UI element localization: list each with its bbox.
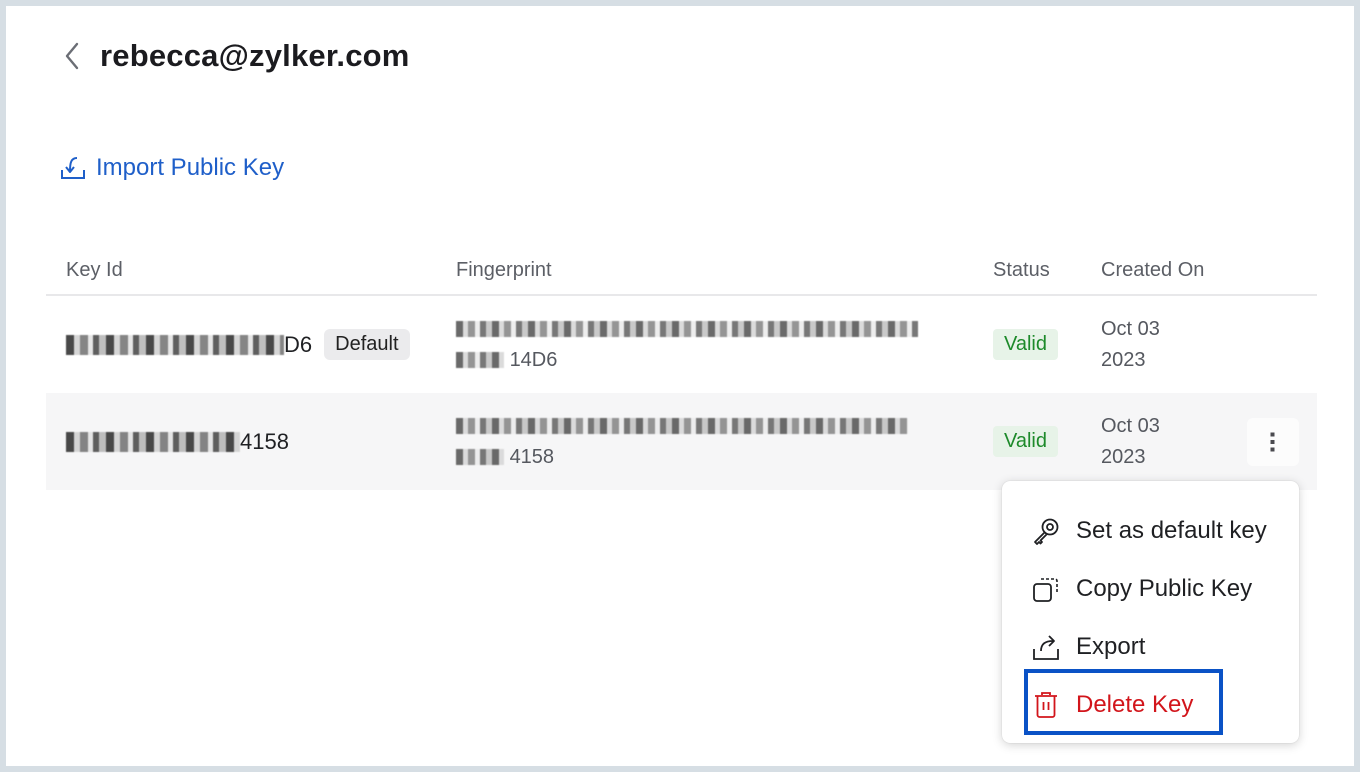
column-header-status: Status [993,258,1050,281]
column-header-key-id: Key Id [66,258,123,281]
chevron-left-icon [65,42,79,70]
menu-item-label: Set as default key [1076,517,1267,544]
trash-icon [1030,689,1062,721]
menu-item-delete-key[interactable]: Delete Key [1002,676,1299,734]
column-header-fingerprint: Fingerprint [456,258,552,281]
redacted-fingerprint [456,321,918,338]
fingerprint-suffix: 4158 [509,445,555,468]
keys-table: Key Id Fingerprint Status Created On D6 … [46,246,1317,490]
status-badge: Valid [993,329,1058,360]
table-row[interactable]: 4158 4158 Valid Oct 03 2023 [46,393,1317,490]
import-public-key-label: Import Public Key [96,154,285,181]
created-date: Oct 03 [1101,414,1160,437]
key-actions-menu: Set as default key Copy Public Key Expor… [1002,481,1299,743]
import-icon [60,155,86,181]
copy-icon [1030,573,1062,605]
menu-item-label: Export [1076,633,1146,660]
redacted-fingerprint [456,418,908,435]
menu-item-set-default-key[interactable]: Set as default key [1002,502,1299,560]
created-date: Oct 03 [1101,317,1160,340]
menu-item-export[interactable]: Export [1002,618,1299,676]
column-header-created-on: Created On [1101,258,1205,281]
page-header: rebecca@zylker.com [60,34,410,78]
status-cell: Valid [973,329,1077,360]
key-icon [1030,515,1062,547]
table-header: Key Id Fingerprint Status Created On [46,246,1317,296]
key-details-panel: rebecca@zylker.com Import Public Key Key… [6,6,1354,766]
status-cell: Valid [973,426,1077,457]
page-title: rebecca@zylker.com [100,38,410,73]
export-icon [1030,631,1062,663]
status-badge: Valid [993,426,1058,457]
redacted-fingerprint [456,449,504,466]
fingerprint-cell: 14D6 [436,314,973,376]
fingerprint-suffix: 14D6 [509,348,558,371]
menu-item-copy-public-key[interactable]: Copy Public Key [1002,560,1299,618]
more-actions-button[interactable] [1247,417,1299,466]
more-vertical-icon [1270,432,1275,451]
created-on-cell: Oct 03 2023 [1077,411,1227,473]
key-id-cell: D6 Default [46,329,436,360]
created-year: 2023 [1101,445,1146,468]
key-id-cell: 4158 [46,429,436,455]
table-row[interactable]: D6 Default 14D6 Valid Oct 03 2023 [46,296,1317,393]
created-on-cell: Oct 03 2023 [1077,314,1227,376]
created-year: 2023 [1101,348,1146,371]
menu-item-label: Copy Public Key [1076,575,1253,602]
key-id-suffix: 4158 [240,428,289,454]
redacted-fingerprint [456,352,504,369]
menu-item-label: Delete Key [1076,691,1194,718]
fingerprint-cell: 4158 [436,411,973,473]
import-public-key-link[interactable]: Import Public Key [60,154,284,182]
back-button[interactable] [60,40,84,72]
actions-cell [1227,417,1317,466]
key-id-suffix: D6 [284,331,313,357]
default-badge: Default [324,329,410,360]
redacted-key-id [66,431,240,452]
redacted-key-id [66,334,284,355]
